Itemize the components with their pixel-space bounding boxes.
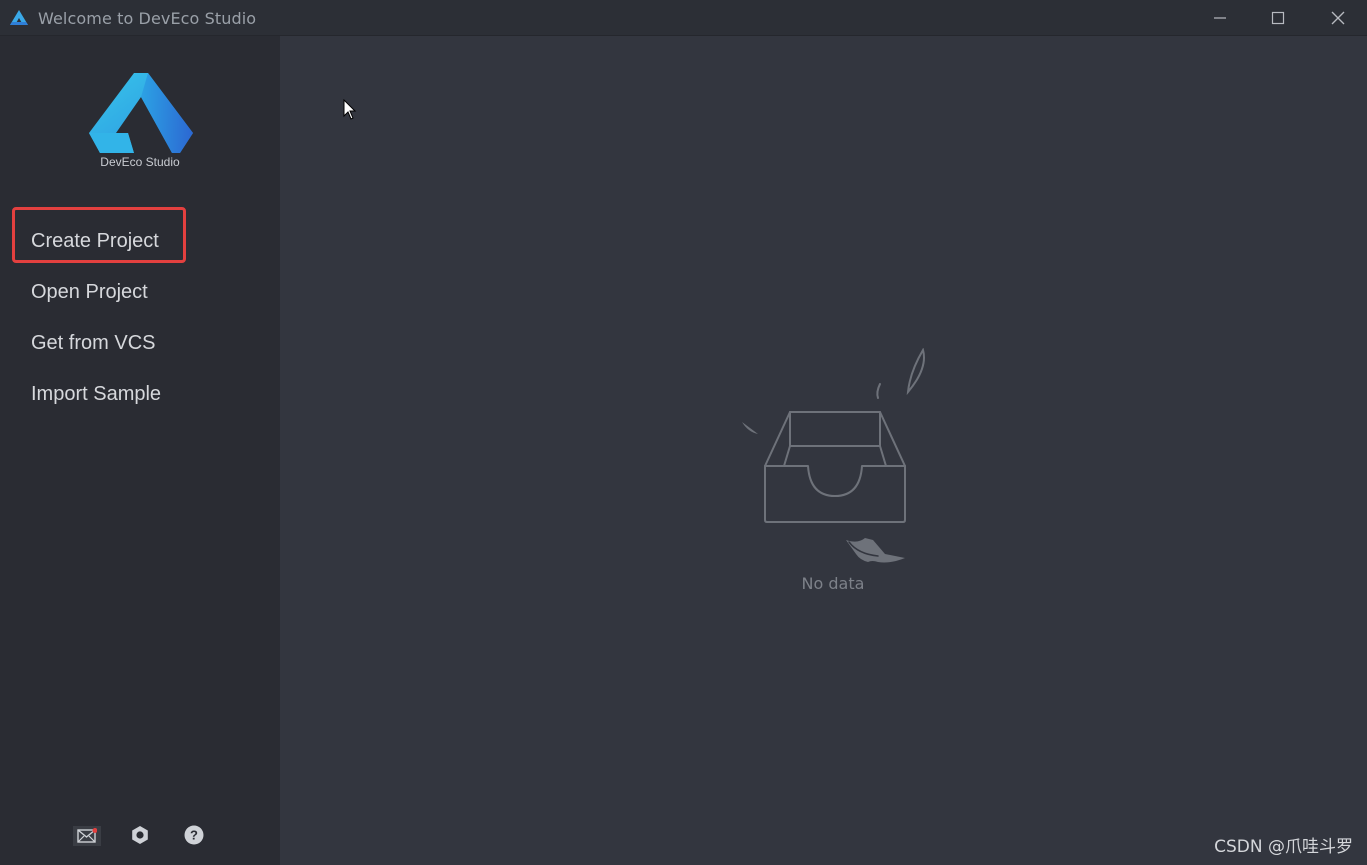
get-from-vcs-link[interactable]: Get from VCS	[31, 331, 155, 355]
maximize-button[interactable]	[1249, 0, 1307, 36]
close-icon	[1331, 11, 1345, 25]
svg-text:?: ?	[190, 828, 198, 843]
open-project-link[interactable]: Open Project	[31, 280, 148, 304]
settings-button[interactable]	[129, 824, 151, 846]
create-project-link[interactable]: Create Project	[31, 229, 159, 253]
notifications-button[interactable]	[73, 826, 101, 846]
mouse-cursor-icon	[343, 99, 357, 120]
mail-icon	[77, 828, 97, 843]
deveco-app-icon	[10, 10, 28, 25]
sidebar: DevEco Studio Create Project Open Projec…	[0, 36, 280, 865]
title-bar: Welcome to DevEco Studio	[0, 0, 1367, 36]
logo-label: DevEco Studio	[100, 155, 180, 169]
gear-icon	[132, 826, 148, 844]
empty-inbox-icon	[742, 348, 925, 563]
empty-state-text: No data	[801, 574, 865, 593]
main-content: No data	[280, 36, 1367, 865]
window-title: Welcome to DevEco Studio	[38, 9, 257, 28]
minimize-icon	[1214, 17, 1226, 19]
deveco-logo-icon	[89, 73, 193, 153]
maximize-icon	[1271, 11, 1285, 25]
help-button[interactable]: ?	[183, 824, 205, 846]
help-icon: ?	[184, 825, 204, 845]
import-sample-link[interactable]: Import Sample	[31, 382, 161, 406]
deveco-welcome-window: Welcome to DevEco Studio DevEco Studio C…	[0, 0, 1367, 865]
close-button[interactable]	[1309, 0, 1367, 36]
watermark: CSDN @爪哇斗罗	[1214, 837, 1353, 857]
minimize-button[interactable]	[1191, 0, 1249, 36]
